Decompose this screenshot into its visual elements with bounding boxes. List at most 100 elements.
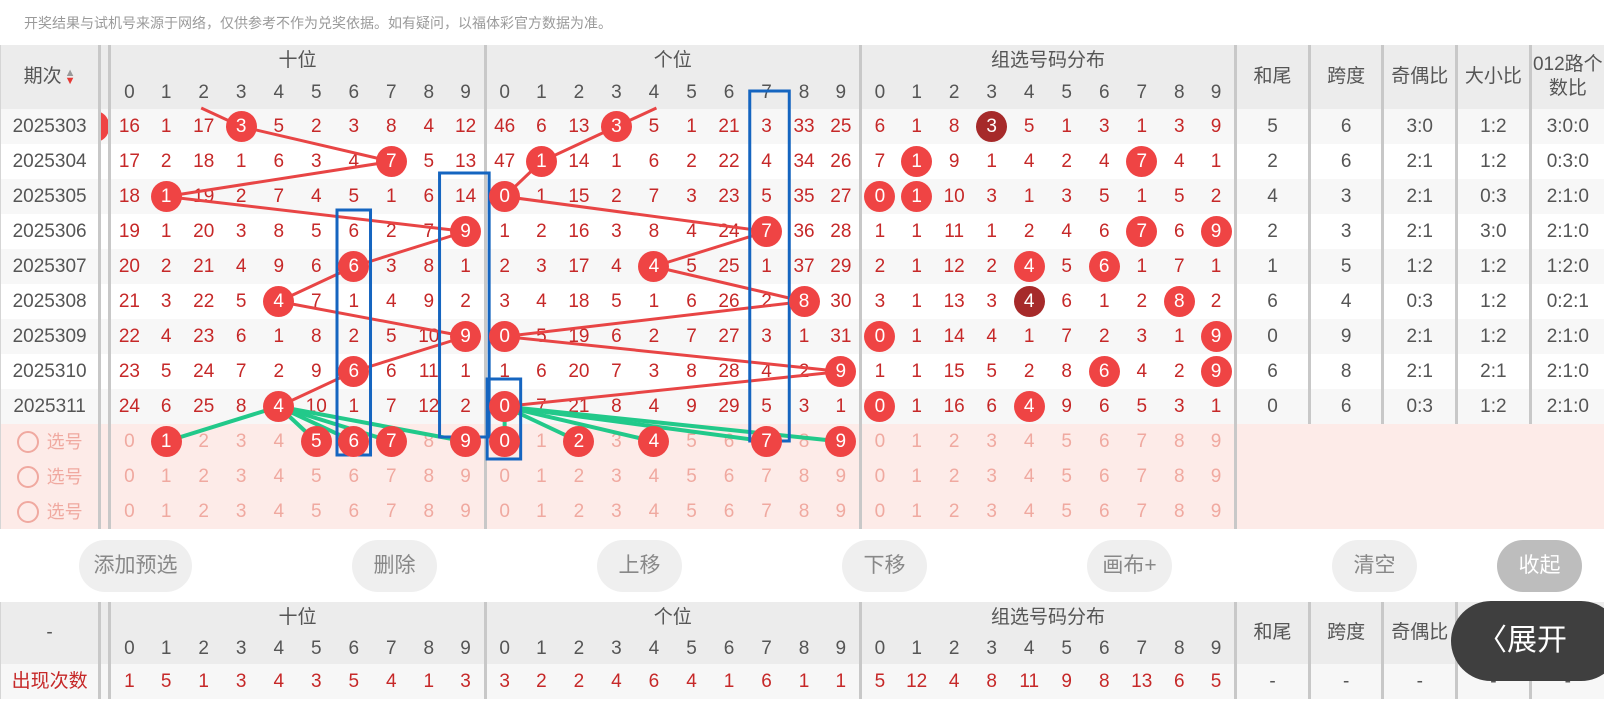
select-digit[interactable]: 1 <box>147 494 185 529</box>
select-digit[interactable]: 9 <box>447 424 486 459</box>
select-digit[interactable]: 6 <box>335 494 373 529</box>
select-digit[interactable]: 0 <box>483 459 523 494</box>
select-digit[interactable]: 8 <box>1160 424 1199 459</box>
select-digit[interactable]: 4 <box>635 494 673 529</box>
select-digit[interactable]: 7 <box>747 424 786 459</box>
collapse-button[interactable]: 收起 <box>1497 540 1582 592</box>
select-toggle[interactable]: 选号 <box>0 424 100 459</box>
select-digit[interactable]: 5 <box>1047 424 1086 459</box>
select-digit[interactable]: 3 <box>222 459 260 494</box>
select-digit[interactable]: 4 <box>1010 459 1048 494</box>
select-digit[interactable]: 5 <box>297 494 335 529</box>
select-digit[interactable]: 8 <box>410 459 448 494</box>
select-digit[interactable]: 2 <box>560 494 598 529</box>
sort-icon[interactable]: ▲ ▼ <box>65 67 76 86</box>
select-digit[interactable]: 5 <box>672 424 711 459</box>
select-digit[interactable]: 4 <box>1010 494 1048 529</box>
select-digit[interactable]: 5 <box>297 424 335 459</box>
select-digit[interactable]: 9 <box>1198 494 1236 529</box>
select-digit[interactable]: 5 <box>297 459 335 494</box>
select-digit[interactable]: 9 <box>447 494 486 529</box>
select-digit[interactable]: 5 <box>672 494 711 529</box>
select-digit[interactable]: 0 <box>483 424 523 459</box>
select-digit[interactable]: 2 <box>184 424 223 459</box>
select-digit[interactable]: 8 <box>785 494 823 529</box>
select-digit[interactable]: 8 <box>1160 494 1199 529</box>
select-digit[interactable]: 9 <box>822 494 861 529</box>
select-digit[interactable]: 2 <box>560 424 598 459</box>
select-digit[interactable]: 9 <box>822 459 861 494</box>
select-digit[interactable]: 1 <box>897 424 936 459</box>
select-digit[interactable]: 0 <box>858 459 898 494</box>
select-digit[interactable]: 1 <box>897 459 936 494</box>
select-digit[interactable]: 8 <box>1160 459 1199 494</box>
select-digit[interactable]: 1 <box>522 424 561 459</box>
radio-button[interactable] <box>16 430 39 453</box>
select-digit[interactable]: 4 <box>1010 424 1048 459</box>
select-digit[interactable]: 2 <box>184 459 223 494</box>
select-digit[interactable]: 9 <box>1198 424 1236 459</box>
expand-button[interactable]: 〈展开 <box>1451 601 1604 681</box>
select-digit[interactable]: 0 <box>858 424 898 459</box>
select-digit[interactable]: 6 <box>1085 494 1123 529</box>
canvas-add-button[interactable]: 画布+ <box>1087 540 1172 592</box>
select-digit[interactable]: 0 <box>858 494 898 529</box>
select-digit[interactable]: 0 <box>108 494 148 529</box>
select-digit[interactable]: 7 <box>372 459 411 494</box>
select-digit[interactable]: 7 <box>1122 424 1161 459</box>
select-digit[interactable]: 4 <box>259 459 298 494</box>
select-digit[interactable]: 7 <box>747 459 786 494</box>
select-digit[interactable]: 3 <box>597 494 636 529</box>
select-digit[interactable]: 1 <box>147 459 185 494</box>
select-digit[interactable]: 5 <box>1047 494 1086 529</box>
radio-button[interactable] <box>16 500 39 523</box>
select-digit[interactable]: 7 <box>372 424 411 459</box>
select-digit[interactable]: 3 <box>222 424 260 459</box>
select-digit[interactable]: 6 <box>335 424 373 459</box>
select-digit[interactable]: 0 <box>108 424 148 459</box>
period-header[interactable]: 期次 ▲ ▼ <box>0 45 100 109</box>
select-digit[interactable]: 3 <box>222 494 260 529</box>
select-digit[interactable]: 2 <box>935 424 973 459</box>
select-digit[interactable]: 5 <box>1047 459 1086 494</box>
select-digit[interactable]: 7 <box>747 494 786 529</box>
select-digit[interactable]: 3 <box>972 494 1011 529</box>
select-digit[interactable]: 1 <box>897 494 936 529</box>
select-digit[interactable]: 9 <box>447 459 486 494</box>
select-digit[interactable]: 9 <box>1198 459 1236 494</box>
select-digit[interactable]: 8 <box>410 494 448 529</box>
select-digit[interactable]: 8 <box>785 459 823 494</box>
select-digit[interactable]: 3 <box>972 424 1011 459</box>
select-toggle[interactable]: 选号 <box>0 494 100 529</box>
select-digit[interactable]: 6 <box>710 424 748 459</box>
move-up-button[interactable]: 上移 <box>597 540 682 592</box>
select-digit[interactable]: 3 <box>597 424 636 459</box>
select-digit[interactable]: 5 <box>672 459 711 494</box>
select-digit[interactable]: 2 <box>560 459 598 494</box>
select-toggle[interactable]: 选号 <box>0 459 100 494</box>
select-digit[interactable]: 8 <box>410 424 448 459</box>
select-digit[interactable]: 1 <box>522 459 561 494</box>
select-digit[interactable]: 7 <box>1122 459 1161 494</box>
select-digit[interactable]: 3 <box>597 459 636 494</box>
select-digit[interactable]: 2 <box>184 494 223 529</box>
select-digit[interactable]: 6 <box>1085 424 1123 459</box>
select-digit[interactable]: 4 <box>259 494 298 529</box>
select-digit[interactable]: 4 <box>635 459 673 494</box>
select-digit[interactable]: 4 <box>635 424 673 459</box>
select-digit[interactable]: 6 <box>710 494 748 529</box>
select-digit[interactable]: 0 <box>483 494 523 529</box>
select-digit[interactable]: 1 <box>522 494 561 529</box>
select-digit[interactable]: 2 <box>935 494 973 529</box>
add-preselect-button[interactable]: 添加预选 <box>79 540 192 592</box>
select-digit[interactable]: 4 <box>259 424 298 459</box>
select-digit[interactable]: 8 <box>785 424 823 459</box>
select-digit[interactable]: 6 <box>710 459 748 494</box>
select-digit[interactable]: 0 <box>108 459 148 494</box>
radio-button[interactable] <box>16 465 39 488</box>
select-digit[interactable]: 9 <box>822 424 861 459</box>
select-digit[interactable]: 3 <box>972 459 1011 494</box>
move-down-button[interactable]: 下移 <box>842 540 927 592</box>
clear-button[interactable]: 清空 <box>1332 540 1417 592</box>
select-digit[interactable]: 6 <box>335 459 373 494</box>
